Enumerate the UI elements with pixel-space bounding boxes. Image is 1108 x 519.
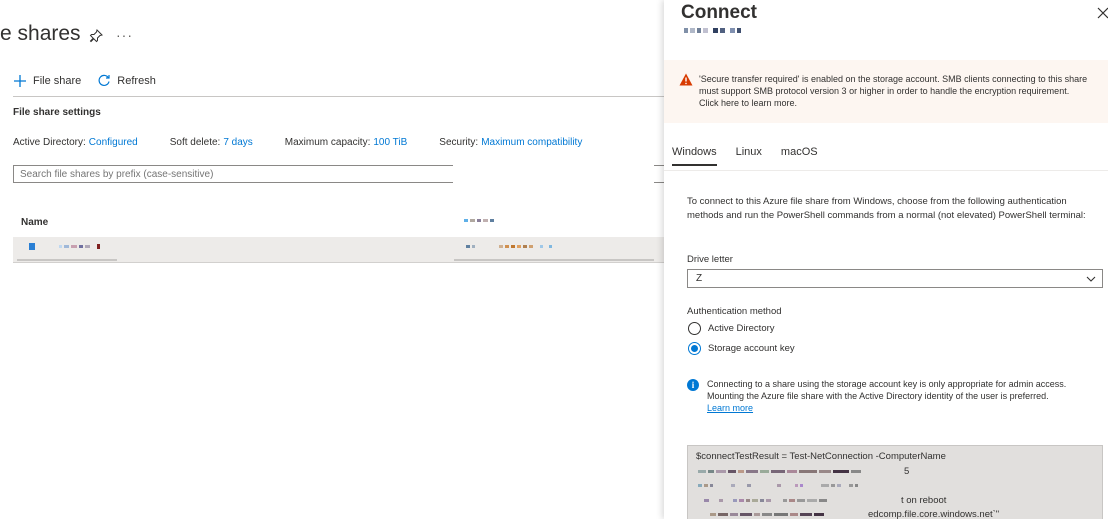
drive-letter-label: Drive letter — [687, 254, 733, 265]
refresh-icon — [98, 74, 110, 86]
radio-active-directory[interactable]: Active Directory — [688, 322, 775, 335]
radio-circle-selected[interactable] — [688, 342, 701, 355]
code-line-suffix: 5 — [904, 465, 910, 477]
panel-title: Connect — [681, 2, 757, 23]
column-header-name[interactable]: Name — [21, 217, 48, 228]
close-icon[interactable] — [1096, 6, 1108, 20]
file-shares-blade: e shares ··· File share Refresh File sha… — [0, 0, 664, 519]
page-title: e shares — [0, 22, 81, 45]
active-directory-link[interactable]: Configured — [89, 137, 138, 148]
active-directory-label: Active Directory: — [13, 137, 86, 148]
tab-windows[interactable]: Windows — [672, 146, 717, 166]
warning-text: 'Secure transfer required' is enabled on… — [699, 74, 1088, 108]
os-tabs: Windows Linux macOS — [672, 146, 818, 166]
toolbar: File share Refresh — [13, 74, 156, 88]
name-column-scrollbar[interactable] — [17, 259, 117, 261]
radio-label: Active Directory — [708, 323, 775, 334]
warning-icon — [679, 73, 693, 86]
info-icon: i — [687, 379, 699, 391]
search-input-continuation — [654, 165, 664, 183]
chevron-down-icon — [1086, 276, 1096, 282]
file-share-settings: Active Directory: Configured Soft delete:… — [13, 137, 582, 148]
row-value-redacted — [466, 245, 552, 248]
secure-transfer-warning[interactable]: 'Secure transfer required' is enabled on… — [664, 60, 1108, 123]
intro-text: To connect to this Azure file share from… — [687, 196, 1086, 221]
code-line-suffix: edcomp.file.core.windows.net`" — [868, 509, 1000, 519]
search-input[interactable] — [13, 165, 453, 183]
info-text: Connecting to a share using the storage … — [707, 379, 1067, 401]
radio-storage-account-key[interactable]: Storage account key — [688, 342, 795, 355]
max-capacity-label: Maximum capacity: — [284, 137, 371, 148]
row-name-redacted[interactable] — [29, 243, 100, 250]
drive-letter-dropdown[interactable]: Z — [687, 269, 1103, 288]
tab-divider — [664, 170, 1108, 171]
soft-delete-label: Soft delete: — [169, 137, 221, 148]
code-line-redacted: t on reboot — [696, 494, 1094, 509]
setting-active-directory: Active Directory: Configured — [13, 137, 138, 148]
tab-macos[interactable]: macOS — [781, 146, 818, 166]
panel-subtitle-redacted — [684, 28, 741, 33]
security-label: Security: — [439, 137, 479, 148]
radio-circle[interactable] — [688, 322, 701, 335]
add-file-share-button[interactable]: File share — [13, 74, 81, 88]
setting-security: Security: Maximum compatibility — [439, 137, 582, 148]
max-capacity-link[interactable]: 100 TiB — [373, 137, 407, 148]
file-share-settings-title: File share settings — [13, 107, 101, 118]
powershell-script[interactable]: $connectTestResult = Test-NetConnection … — [687, 445, 1103, 519]
code-line-suffix: t on reboot — [901, 494, 947, 506]
security-link[interactable]: Maximum compatibility — [481, 137, 582, 148]
column-header-redacted[interactable] — [464, 219, 494, 222]
toolbar-divider — [13, 96, 664, 97]
value-column-scrollbar[interactable] — [454, 259, 654, 261]
soft-delete-link[interactable]: 7 days — [223, 137, 252, 148]
code-line-redacted: edcomp.file.core.windows.net`" — [696, 508, 1094, 519]
connect-panel: Connect 'Secure transfer required' is en… — [664, 0, 1108, 519]
add-file-share-label: File share — [33, 75, 82, 87]
setting-soft-delete: Soft delete: 7 days — [170, 137, 253, 148]
plus-icon — [14, 75, 26, 87]
pin-icon[interactable] — [88, 28, 104, 44]
code-line: $connectTestResult = Test-NetConnection … — [696, 451, 946, 462]
auth-info: i Connecting to a share using the storag… — [687, 378, 1102, 414]
setting-max-capacity: Maximum capacity: 100 TiB — [285, 137, 408, 148]
code-line-redacted — [696, 479, 1094, 494]
radio-label: Storage account key — [708, 343, 795, 354]
refresh-label: Refresh — [117, 75, 156, 87]
refresh-button[interactable]: Refresh — [97, 74, 156, 88]
more-options-icon[interactable]: ··· — [116, 27, 133, 43]
code-line-redacted: 5 — [696, 465, 1094, 480]
auth-method-label: Authentication method — [687, 306, 782, 317]
tab-linux[interactable]: Linux — [736, 146, 762, 166]
drive-letter-value: Z — [696, 273, 703, 284]
learn-more-link[interactable]: Learn more — [707, 403, 753, 413]
